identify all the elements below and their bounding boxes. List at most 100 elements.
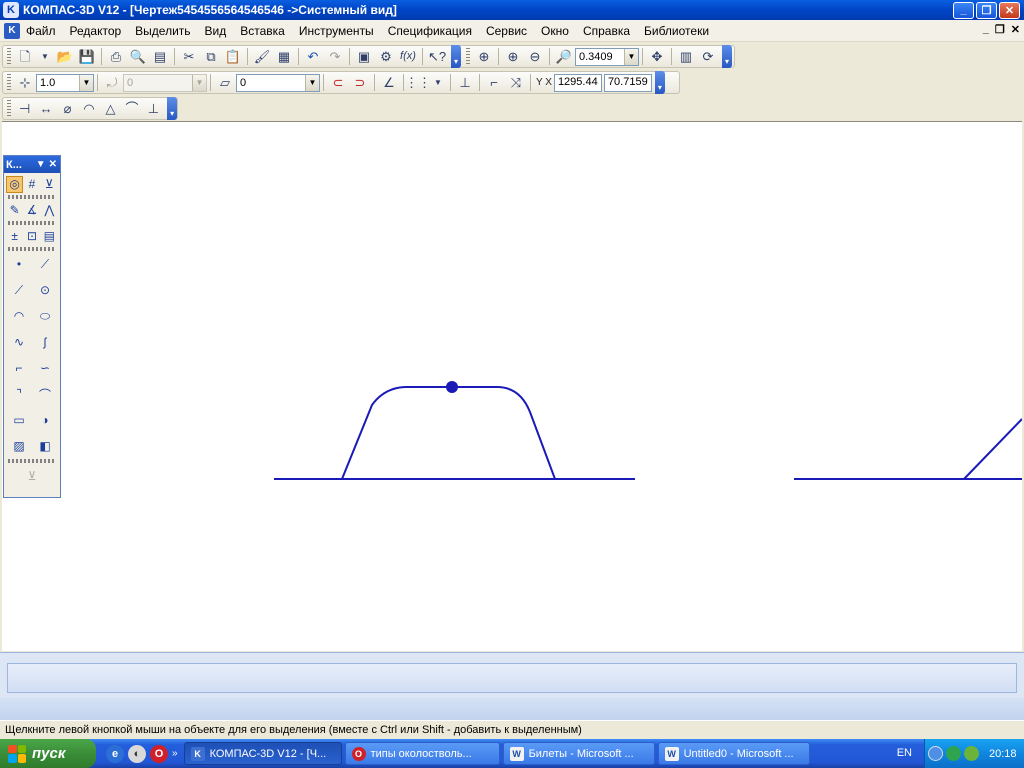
drawing-svg[interactable] (2, 122, 1022, 652)
menu-specification[interactable]: Спецификация (381, 24, 479, 38)
parametrization-icon[interactable]: ∡ (23, 202, 40, 219)
angle-dimension-icon[interactable]: △ (100, 99, 121, 119)
rectangle-icon[interactable]: ▭ (11, 412, 28, 429)
nurbs-icon[interactable]: ʃ (37, 334, 54, 351)
fill-icon[interactable]: ◧ (37, 438, 54, 455)
task-button-word-2[interactable]: W Untitled0 - Microsoft ... (657, 742, 810, 765)
ellipse-icon[interactable]: ⬭ (37, 308, 54, 325)
tray-antivirus-icon[interactable] (964, 746, 979, 761)
zoom-out-icon[interactable]: ⊖ (524, 47, 546, 67)
grid-dropdown-icon[interactable]: ▼ (429, 73, 447, 93)
linear-dimension-icon[interactable]: ↔ (35, 99, 56, 119)
hatch-icon[interactable]: ▨ (11, 438, 28, 455)
tray-network-icon[interactable] (946, 746, 961, 761)
layers-icon[interactable]: ▱ (214, 73, 236, 93)
maximize-button[interactable]: ❐ (976, 1, 997, 19)
paste-icon[interactable]: 📋 (222, 47, 244, 67)
coord-x-field[interactable]: 1295.44 (553, 73, 602, 92)
zoom-value[interactable]: 0.3409 (576, 51, 624, 63)
layer-value[interactable]: 0 (237, 77, 305, 89)
coord-y-field[interactable]: 70.7159 (603, 73, 652, 92)
segment-icon[interactable]: ⟋ (11, 282, 28, 299)
diameter-dimension-icon[interactable]: ⌀ (57, 99, 78, 119)
local-cs-icon[interactable]: ⊥ (454, 73, 476, 93)
snap-magnet-icon[interactable]: ⊂ (327, 73, 349, 93)
doc-close-button[interactable]: ✕ (1011, 23, 1020, 36)
geometry-icon[interactable]: ◎ (6, 175, 24, 193)
close-button[interactable]: ✕ (999, 1, 1020, 19)
task-button-opera[interactable]: O типы околостволь... (344, 742, 500, 765)
menu-file[interactable]: Файл (24, 24, 63, 38)
menu-edit[interactable]: Редактор (63, 24, 129, 38)
auxiliary-line-icon[interactable]: ⟋ (37, 256, 54, 273)
toolbar-options-icon-2[interactable]: ▾ (722, 45, 732, 68)
step-value[interactable]: 1.0 (37, 77, 79, 89)
zoom-window-icon[interactable]: ⊕ (473, 47, 495, 67)
property-panel-content[interactable] (7, 663, 1017, 693)
menu-libraries[interactable]: Библиотеки (637, 24, 716, 38)
minimize-button[interactable]: _ (953, 1, 974, 19)
step-combo[interactable]: 1.0 ▼ (36, 73, 94, 92)
menu-tools[interactable]: Инструменты (292, 24, 381, 38)
doc-minimize-button[interactable]: _ (983, 23, 989, 36)
dimensions-icon[interactable]: # (23, 176, 40, 193)
start-button[interactable]: пуск (0, 739, 96, 768)
selection-point[interactable] (446, 381, 458, 393)
print-icon[interactable]: ⎙ (105, 47, 127, 67)
contour-icon[interactable]: ◑ (37, 412, 54, 429)
selection-icon[interactable]: ± (6, 228, 23, 245)
new-dropdown-icon[interactable]: ▼ (36, 47, 54, 67)
ortho-icon[interactable]: ∠ (378, 73, 400, 93)
trapezoid-contour[interactable] (341, 386, 556, 480)
redo-icon[interactable]: ↷ (324, 47, 346, 67)
open-folder-icon[interactable]: 📂 (54, 47, 76, 67)
bezier-icon[interactable]: ∿ (11, 334, 28, 351)
arc-icon[interactable]: ◠ (11, 308, 28, 325)
compact-panel-title-bar[interactable]: К... ▼ ✕ (4, 156, 60, 173)
undo-icon[interactable]: ↶ (302, 47, 324, 67)
round-snap-icon[interactable]: ⤨ (505, 73, 527, 93)
task-button-word-1[interactable]: W Билеты - Microsoft ... (502, 742, 655, 765)
toolbar-options-icon-3[interactable]: ▾ (654, 71, 665, 94)
associative-views-icon[interactable]: ⊡ (23, 228, 40, 245)
designations-icon[interactable]: ⊻ (41, 176, 58, 193)
library-manager-icon[interactable]: ⚙ (375, 47, 397, 67)
copy-icon[interactable]: ⧉ (200, 47, 222, 67)
menu-window[interactable]: Окно (534, 24, 576, 38)
fillet-icon[interactable]: ⌒ (37, 386, 54, 403)
menu-view[interactable]: Вид (198, 24, 234, 38)
show-desktop-icon[interactable]: ◐ (128, 744, 146, 763)
height-dimension-icon[interactable]: ⊥ (143, 99, 164, 119)
doc-restore-button[interactable]: ❐ (995, 23, 1005, 36)
zoom-in-icon[interactable]: ⊕ (502, 47, 524, 67)
show-all-icon[interactable]: ▥ (675, 47, 697, 67)
quick-launch-more-icon[interactable]: » (172, 748, 178, 759)
opera-icon[interactable]: O (150, 744, 168, 763)
cut-icon[interactable]: ✂ (178, 47, 200, 67)
print-preview-icon[interactable]: 🔍 (127, 47, 149, 67)
layer-combo[interactable]: 0 ▼ (236, 73, 320, 92)
zoom-dropdown-arrow-icon[interactable]: ▼ (624, 48, 638, 65)
help-pointer-icon[interactable]: ↖? (426, 47, 448, 67)
language-indicator[interactable]: EN (897, 747, 912, 759)
arc-dimension-icon[interactable]: ⌒ (121, 99, 142, 119)
save-icon[interactable]: 💾 (76, 47, 98, 67)
chamfer-icon[interactable]: ⌝ (11, 386, 28, 403)
preview-icon[interactable]: ▤ (149, 47, 171, 67)
circle-icon[interactable]: ⊙ (37, 282, 54, 299)
auto-dimension-icon[interactable]: ⊣ (14, 99, 35, 119)
ie-icon[interactable]: e (106, 744, 124, 763)
document-icon[interactable]: K (4, 22, 20, 39)
grid-step-icon[interactable]: ⊹ (14, 73, 36, 93)
menu-insert[interactable]: Вставка (233, 24, 292, 38)
panel-menu-icon[interactable]: ▼ (36, 159, 46, 170)
copy-properties-icon[interactable]: 🖌 (251, 47, 273, 67)
snap-magnet-local-icon[interactable]: ⊃ (349, 73, 371, 93)
tray-arrow-icon[interactable] (928, 746, 943, 761)
panel-close-icon[interactable]: ✕ (49, 159, 57, 170)
toolbar-options-icon[interactable]: ▾ (451, 45, 461, 68)
spline-icon[interactable]: ∽ (37, 360, 54, 377)
toolbar-grip[interactable] (7, 48, 11, 65)
properties-icon[interactable]: ▦ (273, 47, 295, 67)
grid-icon[interactable]: ⋮⋮ (405, 73, 431, 93)
